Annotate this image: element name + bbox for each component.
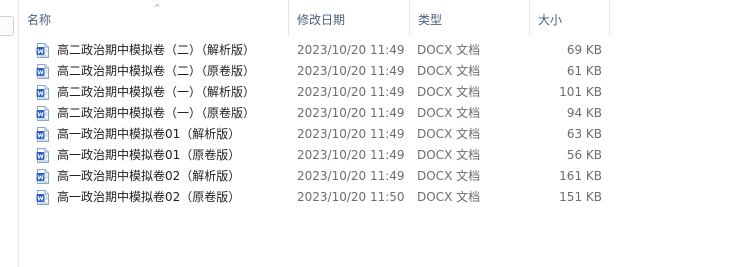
- column-header-size[interactable]: 大小: [530, 0, 610, 36]
- file-size: 94 KB: [566, 106, 602, 120]
- file-modified-date: 2023/10/20 11:49: [297, 169, 405, 183]
- file-modified-date: 2023/10/20 11:49: [297, 43, 405, 57]
- file-type: DOCX 文档: [417, 148, 481, 162]
- file-row[interactable]: 高二政治期中模拟卷（二）（原卷版） 2023/10/20 11:49 DOCX 文档…: [19, 61, 737, 82]
- nav-pane-edge[interactable]: [0, 16, 14, 36]
- file-type: DOCX 文档: [417, 106, 481, 120]
- file-row[interactable]: 高一政治期中模拟卷02（原卷版） 2023/10/20 11:50 DOCX 文档 1…: [19, 187, 737, 208]
- word-document-icon: [36, 43, 49, 58]
- word-document-icon: [36, 169, 49, 184]
- file-modified-date: 2023/10/20 11:49: [297, 148, 405, 162]
- file-type: DOCX 文档: [417, 85, 481, 99]
- file-modified-date: 2023/10/20 11:49: [297, 64, 405, 78]
- file-name: 高二政治期中模拟卷（一）（解析版）: [57, 85, 256, 99]
- file-row[interactable]: 高一政治期中模拟卷02（解析版） 2023/10/20 11:49 DOCX 文档 1…: [19, 166, 737, 187]
- column-header-type-label: 类型: [418, 13, 443, 27]
- column-header-bar: 名称 ^ 修改日期 类型 大小: [19, 0, 737, 36]
- navigation-pane[interactable]: [0, 0, 19, 267]
- file-explorer-window: 名称 ^ 修改日期 类型 大小 高二政治期中模拟卷（二）（解析版） 2023/10…: [0, 0, 737, 267]
- file-row[interactable]: 高一政治期中模拟卷01（原卷版） 2023/10/20 11:49 DOCX 文档 5…: [19, 145, 737, 166]
- file-type: DOCX 文档: [417, 169, 481, 183]
- word-document-icon: [36, 127, 49, 142]
- file-list: 高二政治期中模拟卷（二）（解析版） 2023/10/20 11:49 DOCX 文档…: [19, 40, 737, 208]
- file-row[interactable]: 高二政治期中模拟卷（一）（解析版） 2023/10/20 11:49 DOCX 文档…: [19, 82, 737, 103]
- word-document-icon: [36, 190, 49, 205]
- file-name: 高二政治期中模拟卷（二）（解析版）: [57, 43, 256, 57]
- file-name: 高一政治期中模拟卷01（原卷版）: [57, 148, 241, 162]
- column-header-name-label: 名称: [27, 13, 52, 27]
- column-header-date-label: 修改日期: [297, 13, 346, 27]
- file-name: 高二政治期中模拟卷（二）（原卷版）: [57, 64, 256, 78]
- file-type: DOCX 文档: [417, 64, 481, 78]
- file-size: 61 KB: [566, 64, 602, 78]
- file-modified-date: 2023/10/20 11:50: [297, 190, 405, 204]
- file-type: DOCX 文档: [417, 190, 481, 204]
- file-name: 高二政治期中模拟卷（一）（原卷版）: [57, 106, 256, 120]
- word-document-icon: [36, 106, 49, 121]
- file-type: DOCX 文档: [417, 127, 481, 141]
- word-document-icon: [36, 148, 49, 163]
- word-document-icon: [36, 64, 49, 79]
- file-row[interactable]: 高二政治期中模拟卷（一）（原卷版） 2023/10/20 11:49 DOCX 文档…: [19, 103, 737, 124]
- file-type: DOCX 文档: [417, 43, 481, 57]
- file-size: 151 KB: [559, 190, 602, 204]
- file-row[interactable]: 高一政治期中模拟卷01（解析版） 2023/10/20 11:49 DOCX 文档 6…: [19, 124, 737, 145]
- file-row[interactable]: 高二政治期中模拟卷（二）（解析版） 2023/10/20 11:49 DOCX 文档…: [19, 40, 737, 61]
- file-size: 56 KB: [566, 148, 602, 162]
- column-header-type[interactable]: 类型: [410, 0, 530, 36]
- file-name: 高一政治期中模拟卷02（解析版）: [57, 169, 241, 183]
- column-header-date[interactable]: 修改日期: [289, 0, 410, 36]
- file-modified-date: 2023/10/20 11:49: [297, 85, 405, 99]
- word-document-icon: [36, 85, 49, 100]
- sort-ascending-icon: ^: [154, 3, 161, 12]
- file-name: 高一政治期中模拟卷01（解析版）: [57, 127, 241, 141]
- file-name: 高一政治期中模拟卷02（原卷版）: [57, 190, 241, 204]
- column-header-name[interactable]: 名称 ^: [19, 0, 289, 36]
- file-modified-date: 2023/10/20 11:49: [297, 127, 405, 141]
- file-modified-date: 2023/10/20 11:49: [297, 106, 405, 120]
- column-header-size-label: 大小: [538, 13, 563, 27]
- file-size: 161 KB: [559, 169, 602, 183]
- file-size: 63 KB: [566, 127, 602, 141]
- file-size: 69 KB: [566, 43, 602, 57]
- file-size: 101 KB: [559, 85, 602, 99]
